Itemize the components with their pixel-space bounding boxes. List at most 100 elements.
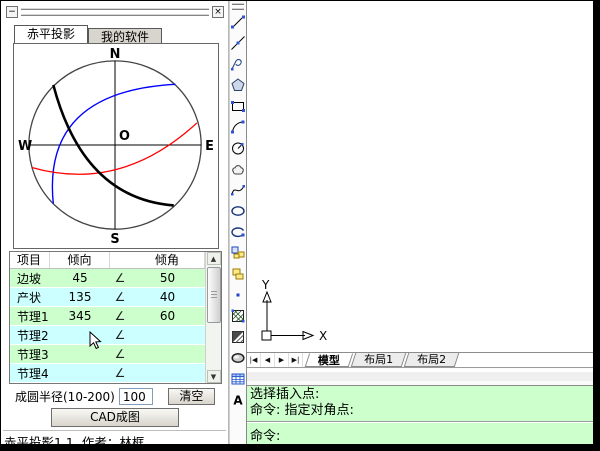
stereonet-svg: N S W E O <box>14 44 218 248</box>
circle-tool-button[interactable] <box>230 137 246 158</box>
command-history-line: 选择插入点: <box>250 387 593 403</box>
projection-palette: − × 赤平投影 我的软件 N S W E O <box>1 1 229 444</box>
dip-direction-cell[interactable]: 45 <box>50 271 110 285</box>
point-tool-button[interactable] <box>230 284 246 305</box>
polygon-icon <box>230 77 246 93</box>
construction-line-tool-button[interactable] <box>230 32 246 53</box>
radius-label: 成圆半径(10-200) <box>15 388 115 405</box>
table-scrollbar[interactable]: ▲ ▼ <box>205 252 221 383</box>
tab-layout1-label: 布局1 <box>364 353 393 366</box>
scroll-up-icon[interactable]: ▲ <box>207 252 221 265</box>
ucs-y-label: Y <box>261 278 270 292</box>
line-icon <box>230 14 246 30</box>
make-block-tool-button[interactable] <box>230 263 246 284</box>
ellipse-tool-button[interactable] <box>230 200 246 221</box>
clear-button[interactable]: 清空 <box>168 388 215 405</box>
hatch-icon <box>230 308 246 324</box>
prev-tab-icon[interactable]: ◀ <box>261 353 275 367</box>
tab-my-software[interactable]: 我的软件 <box>88 28 162 43</box>
cad-plot-button[interactable]: CAD成图 <box>51 408 179 427</box>
tab-stereographic-projection[interactable]: 赤平投影 <box>14 25 88 43</box>
insert-block-tool-button[interactable] <box>230 242 246 263</box>
spline-tool-button[interactable] <box>230 179 246 200</box>
dip-angle-cell[interactable]: 40 <box>130 290 205 304</box>
insert-block-icon <box>230 245 246 261</box>
close-icon[interactable]: × <box>212 6 224 18</box>
angle-icon: ∠ <box>110 347 130 361</box>
bedding-great-circle <box>32 123 197 174</box>
command-history-line: 命令: 指定对角点: <box>250 403 593 419</box>
polygon-tool-button[interactable] <box>230 74 246 95</box>
rectangle-tool-button[interactable] <box>230 95 246 116</box>
window-splitter[interactable] <box>247 368 593 386</box>
last-tab-icon[interactable]: ▶| <box>289 353 303 367</box>
mouse-cursor <box>89 331 103 350</box>
table-row[interactable]: 边坡 45 ∠ 50 <box>10 269 205 288</box>
multiline-text-tool-button[interactable]: A <box>230 389 246 410</box>
row-item: 产状 <box>10 289 50 306</box>
dip-angle-cell[interactable]: 50 <box>130 271 205 285</box>
orientation-table: 项目 倾向 倾角 边坡 45 ∠ 50 产状 135 ∠ 40 <box>9 251 222 384</box>
spline-icon <box>230 182 246 198</box>
command-history[interactable]: 选择插入点: 命令: 指定对角点: <box>247 386 593 422</box>
angle-icon: ∠ <box>110 290 130 304</box>
palette-tabs: 赤平投影 我的软件 <box>14 24 162 43</box>
row-item: 边坡 <box>10 270 50 287</box>
table-row[interactable]: 节理3 ∠ <box>10 345 205 364</box>
tab-model[interactable]: 模型 <box>305 353 354 367</box>
angle-icon: ∠ <box>110 271 130 285</box>
dip-direction-cell[interactable]: 135 <box>50 290 110 304</box>
scroll-down-icon[interactable]: ▼ <box>207 370 221 383</box>
scrollbar-thumb[interactable] <box>207 267 221 323</box>
line-tool-button[interactable] <box>230 11 246 32</box>
radius-input[interactable] <box>119 388 153 405</box>
drawing-area[interactable]: Y X <box>247 1 593 353</box>
ellipse-arc-icon <box>230 224 246 240</box>
table-grid: 项目 倾向 倾角 边坡 45 ∠ 50 产状 135 ∠ 40 <box>10 252 205 383</box>
tab-layout2[interactable]: 布局2 <box>404 353 460 367</box>
multiline-text-icon: A <box>230 392 246 408</box>
cad-area: Y X |◀ ◀ ▶ ▶| 模型 布局1 布局2 选择插入点: <box>247 1 593 444</box>
revision-cloud-tool-button[interactable] <box>230 158 246 179</box>
ucs-icon: Y X <box>257 278 337 346</box>
construction-line-icon <box>230 35 246 51</box>
tab-layout2-label: 布局2 <box>417 353 446 366</box>
table-row[interactable]: 节理2 ∠ <box>10 326 205 345</box>
table-tool-button[interactable] <box>230 368 246 389</box>
tab-layout1[interactable]: 布局1 <box>351 353 407 367</box>
table-row[interactable]: 节理1 345 ∠ 60 <box>10 307 205 326</box>
polyline-icon <box>230 56 246 72</box>
angle-icon: ∠ <box>110 366 130 380</box>
ellipse-arc-tool-button[interactable] <box>230 221 246 242</box>
table-row[interactable]: 产状 135 ∠ 40 <box>10 288 205 307</box>
dip-angle-cell[interactable]: 60 <box>130 309 205 323</box>
gradient-icon <box>230 329 246 345</box>
toolbar-grip[interactable] <box>232 3 244 10</box>
hatch-tool-button[interactable] <box>230 305 246 326</box>
west-label: W <box>18 139 32 154</box>
minimize-icon[interactable]: − <box>6 6 18 18</box>
ucs-x-label: X <box>319 329 327 343</box>
gradient-tool-button[interactable] <box>230 326 246 347</box>
point-icon <box>230 287 246 303</box>
first-tab-icon[interactable]: |◀ <box>247 353 261 367</box>
palette-titlebar[interactable]: − × <box>6 5 224 18</box>
row-item: 节理1 <box>10 308 50 325</box>
application-window: − × 赤平投影 我的软件 N S W E O <box>1 1 593 444</box>
circle-icon <box>230 140 246 156</box>
arc-tool-button[interactable] <box>230 116 246 137</box>
next-tab-icon[interactable]: ▶ <box>275 353 289 367</box>
east-label: E <box>205 139 214 154</box>
dip-direction-cell[interactable]: 345 <box>50 309 110 323</box>
polyline-tool-button[interactable] <box>230 53 246 74</box>
command-prompt[interactable]: 命令: <box>247 422 593 444</box>
table-row[interactable]: 节理4 ∠ <box>10 364 205 383</box>
angle-icon: ∠ <box>110 309 130 323</box>
command-window: 选择插入点: 命令: 指定对角点: 命令: <box>247 386 593 444</box>
titlebar-grip[interactable] <box>21 8 209 16</box>
row-item: 节理4 <box>10 365 50 382</box>
region-tool-button[interactable] <box>230 347 246 368</box>
ellipse-icon <box>230 203 246 219</box>
revision-cloud-icon <box>230 161 246 177</box>
row-item: 节理3 <box>10 346 50 363</box>
